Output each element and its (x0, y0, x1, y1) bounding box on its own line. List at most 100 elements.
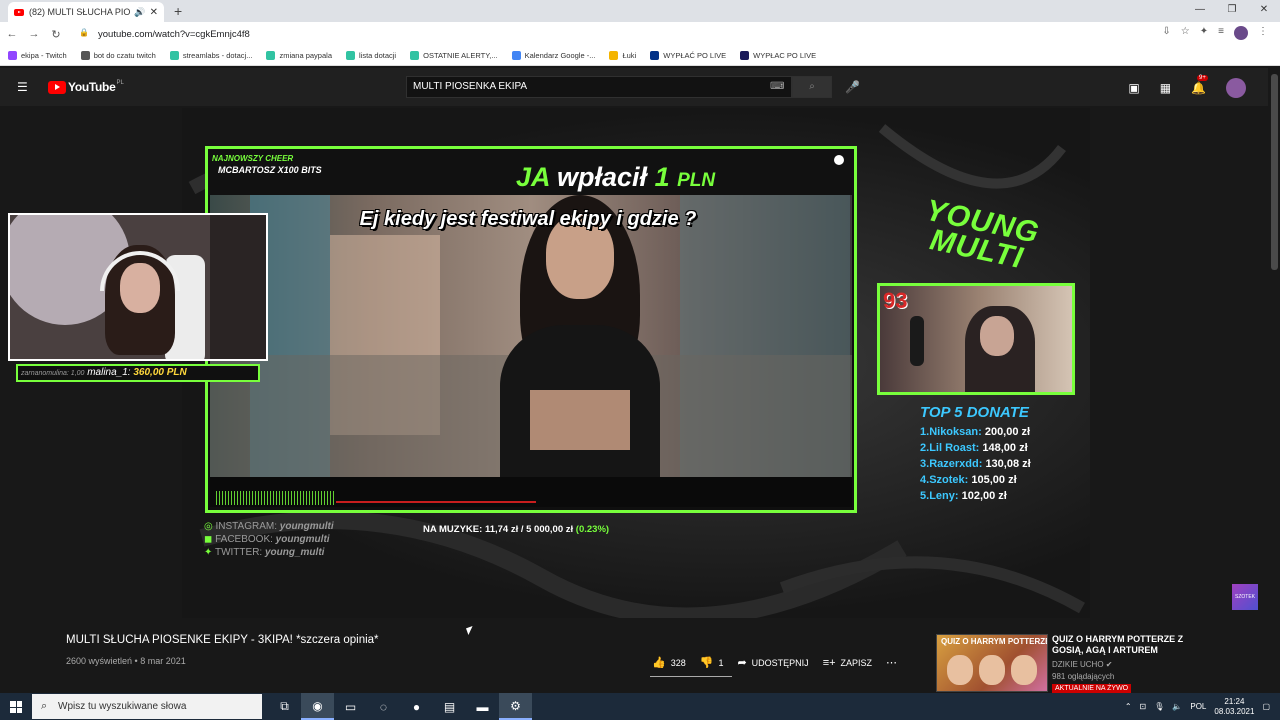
windows-start-icon[interactable] (10, 701, 22, 713)
close-tab-icon[interactable]: ✕ (150, 7, 158, 18)
create-video-icon[interactable]: ▣ (1128, 81, 1139, 95)
microphone-icon[interactable]: 🎤 (845, 80, 860, 94)
menu-icon[interactable]: ⋮ (1258, 26, 1268, 40)
extensions-icon[interactable]: ✦ (1200, 26, 1208, 40)
video-player[interactable]: NAJNOWSZY CHEER MCBARTOSZ X100 BITS JA w… (182, 108, 1090, 618)
playlist-add-icon: ≡+ (822, 656, 836, 669)
speaker-icon[interactable]: 🔊 (134, 7, 145, 18)
reload-icon[interactable]: ↻ (46, 28, 66, 41)
tray-language[interactable]: POL (1190, 702, 1206, 711)
youtube-logo[interactable]: YouTube PL (48, 80, 124, 94)
singer-midriff (530, 390, 630, 450)
app-terminal-icon[interactable]: ▬ (466, 693, 499, 720)
notification-center-icon[interactable]: ▢ (1262, 702, 1270, 711)
youtube-header: ☰ YouTube PL MULTI PIOSENKA EKIPA ⌨ ⌕ 🎤 … (0, 68, 1280, 106)
bookmark-star-icon[interactable]: ☆ (1181, 26, 1190, 40)
thumbnail-person (1011, 655, 1037, 685)
live-badge: AKTUALNIE NA ŻYWO (1052, 684, 1132, 693)
new-tab-button[interactable]: + (174, 3, 182, 19)
guest-face (980, 316, 1014, 356)
social-instagram: ◎ INSTAGRAM: youngmulti (204, 521, 334, 532)
user-avatar[interactable] (1226, 78, 1246, 98)
search-button[interactable]: ⌕ (792, 76, 832, 98)
media-icon[interactable]: ≡ (1218, 26, 1224, 40)
dislike-button[interactable]: 👎 1 (700, 656, 724, 669)
page-scrollbar-thumb[interactable] (1271, 74, 1278, 270)
app-orange-icon[interactable]: ● (400, 693, 433, 720)
url-field[interactable]: youtube.com/watch?v=cgkEmnjc4f8 (98, 29, 250, 40)
verified-icon: ✔ (1105, 660, 1113, 669)
thumbs-down-icon: 👎 (699, 657, 714, 669)
tray-network-icon[interactable]: ⊡ (1140, 702, 1147, 711)
window-controls: — ❐ ✕ (1184, 0, 1280, 22)
cheer-label: NAJNOWSZY CHEER (212, 154, 294, 163)
task-view-icon[interactable]: ⧉ (268, 693, 301, 720)
bookmark-item[interactable]: lista dotacji (346, 51, 396, 60)
bookmark-item[interactable]: Łuki (609, 51, 636, 60)
tray-chevron-icon[interactable]: ⌃ (1125, 702, 1132, 711)
minimize-icon[interactable]: — (1184, 0, 1216, 22)
hamburger-menu-icon[interactable]: ☰ (17, 81, 31, 93)
bookmark-label: zmiana paypala (279, 51, 332, 60)
steam-icon[interactable]: ⚙ (499, 693, 532, 720)
file-explorer-icon[interactable]: ▭ (334, 693, 367, 720)
browser-toolbar-right: ⇩ ☆ ✦ ≡ ⋮ (1162, 26, 1268, 40)
app-circle-icon[interactable]: ◌ (367, 693, 400, 720)
chrome-icon[interactable]: ◉ (301, 693, 334, 720)
like-ratio-bar (650, 676, 732, 677)
recommended-title[interactable]: QUIZ O HARRYM POTTERZE Z GOSIĄ, AGĄ I AR… (1052, 634, 1192, 656)
top-donate-title: TOP 5 DONATE (920, 404, 1029, 421)
social-links: ◎ INSTAGRAM: youngmulti ◼ FACEBOOK: youn… (204, 520, 334, 559)
tray-mic-icon[interactable]: 🎙 (1154, 702, 1164, 711)
bookmark-item[interactable]: streamlabs - dotacj... (169, 51, 253, 60)
donor-row: 2.Lil Roast: 148,00 zł (920, 442, 1028, 454)
share-button[interactable]: ➦ UDOSTĘPNIJ (737, 656, 808, 669)
bookmark-favicon-icon (169, 51, 179, 60)
bookmark-label: streamlabs - dotacj... (182, 51, 253, 60)
music-goal: NA MUZYKE: 11,74 zł / 5 000,00 zł (0.23%… (423, 524, 610, 535)
recommended-watching: 981 oglądających (1052, 672, 1115, 681)
more-actions-button[interactable]: ⋯ (886, 656, 897, 669)
taskbar-search-input[interactable]: ⌕ Wpisz tu wyszukiwane słowa (32, 694, 262, 719)
profile-avatar[interactable] (1234, 26, 1248, 40)
apps-grid-icon[interactable]: ▦ (1160, 81, 1171, 95)
channel-watermark[interactable]: SZOTEK (1232, 584, 1258, 610)
region-code: PL (116, 80, 124, 86)
bookmark-item[interactable]: WYPŁAĆ PO LIVE (650, 51, 726, 60)
bookmark-item[interactable]: bot do czatu twitch (80, 51, 156, 60)
recommended-channel[interactable]: DZIKIE UCHO ✔ (1052, 660, 1113, 669)
tray-clock[interactable]: 21:24 08.03.2021 (1214, 697, 1254, 717)
windows-taskbar: ⌕ Wpisz tu wyszukiwane słowa ⧉ ◉ ▭ ◌ ● ▤… (0, 693, 1280, 720)
song-progress (336, 501, 536, 503)
bookmark-item[interactable]: ekipa - Twitch (8, 51, 67, 60)
forward-icon[interactable]: → (24, 28, 44, 40)
header-actions: ▣ ▦ 🔔 9+ (1128, 75, 1246, 98)
like-button[interactable]: 👍 328 (652, 656, 686, 669)
save-button[interactable]: ≡+ ZAPISZ (823, 657, 872, 669)
bookmark-item[interactable]: OSTATNIE ALERTY,... (410, 51, 498, 60)
browser-tab[interactable]: (82) MULTI SŁUCHA PIOSEN 🔊 ✕ (8, 2, 164, 22)
tab-title: (82) MULTI SŁUCHA PIOSEN (29, 7, 131, 17)
bookmark-item[interactable]: zmiana paypala (266, 51, 332, 60)
install-icon[interactable]: ⇩ (1162, 26, 1170, 40)
lock-icon[interactable]: 🔒 (79, 28, 89, 37)
tray-volume-icon[interactable]: 🔈 (1172, 702, 1182, 711)
restore-icon[interactable]: ❐ (1216, 0, 1248, 22)
app-window-icon[interactable]: ▤ (433, 693, 466, 720)
keyboard-icon[interactable]: ⌨ (770, 81, 784, 92)
video-title: MULTI SŁUCHA PIOSENKE EKIPY - 3KIPA! *sz… (66, 634, 379, 646)
browser-tab-strip: (82) MULTI SŁUCHA PIOSEN 🔊 ✕ + — ❐ ✕ (0, 0, 1280, 22)
bookmark-item[interactable]: WYPŁAC PO LIVE (740, 51, 816, 60)
close-window-icon[interactable]: ✕ (1248, 0, 1280, 22)
search-input[interactable]: MULTI PIOSENKA EKIPA (406, 76, 792, 98)
donor-row: 1.Nikoksan: 200,00 zł (920, 426, 1031, 438)
recommended-thumbnail[interactable]: QUIZ O HARRYM POTTERZE (936, 634, 1048, 692)
notifications-bell-icon[interactable]: 🔔 9+ (1191, 75, 1208, 95)
audio-waveform (216, 491, 336, 505)
thumbnail-person (979, 655, 1005, 685)
bookmark-item[interactable]: Kalendarz Google -... (511, 51, 595, 60)
donor-row: 5.Leny: 102,00 zł (920, 490, 1007, 502)
bookmark-favicon-icon (740, 51, 750, 60)
donor-row: 4.Szotek: 105,00 zł (920, 474, 1017, 486)
back-icon[interactable]: ← (2, 28, 22, 40)
